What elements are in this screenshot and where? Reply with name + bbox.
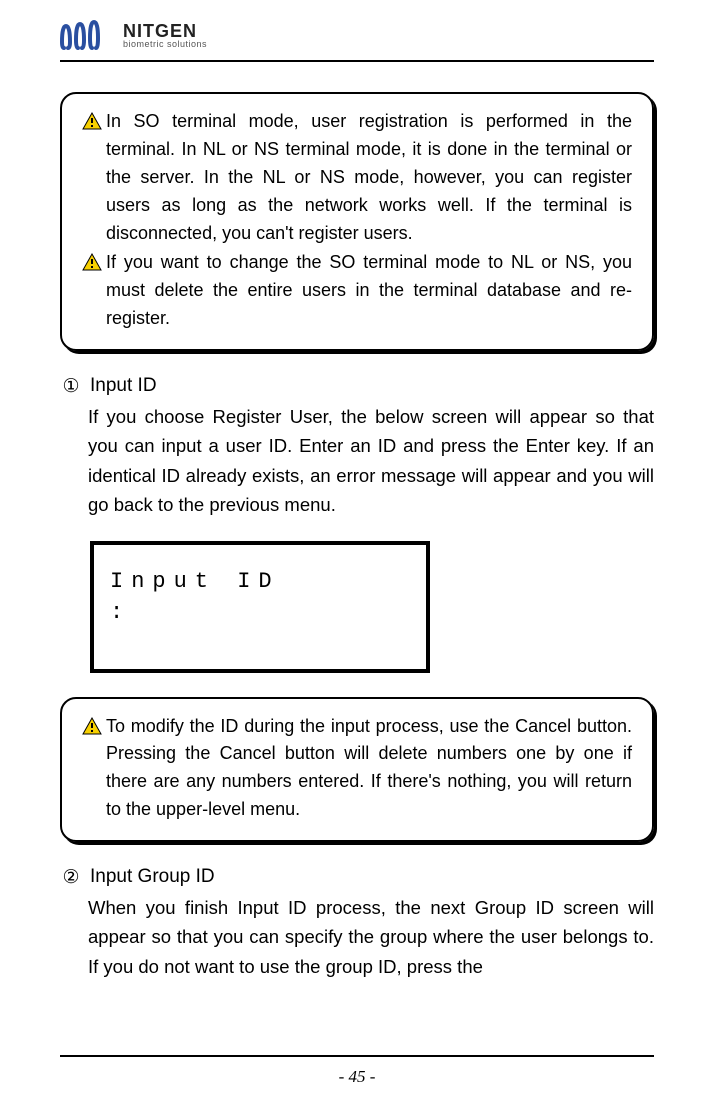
footer-rule	[60, 1055, 654, 1057]
section-heading: ① Input ID	[60, 375, 654, 398]
warning-icon	[82, 111, 102, 129]
callout-text: In SO terminal mode, user registration i…	[106, 108, 632, 247]
section-body: When you finish Input ID process, the ne…	[60, 893, 654, 981]
callout-item: If you want to change the SO terminal mo…	[82, 249, 632, 333]
lcd-line-2: :	[110, 598, 410, 629]
header: NITGEN biometric solutions	[60, 20, 654, 58]
section-title: Input ID	[90, 375, 157, 398]
section-number: ②	[60, 866, 82, 889]
callout-text: If you want to change the SO terminal mo…	[106, 249, 632, 333]
section-input-group-id: ② Input Group ID When you finish Input I…	[60, 866, 654, 981]
section-number: ①	[60, 375, 82, 398]
logo-icon	[60, 20, 115, 50]
logo-text: NITGEN biometric solutions	[123, 22, 207, 49]
callout-item: In SO terminal mode, user registration i…	[82, 108, 632, 247]
section-body: If you choose Register User, the below s…	[60, 402, 654, 519]
lcd-screen: Input ID :	[90, 541, 430, 673]
page-number: - 45 -	[0, 1067, 714, 1087]
logo-brand: NITGEN	[123, 22, 207, 40]
callout-text: To modify the ID during the input proces…	[106, 713, 632, 825]
page: NITGEN biometric solutions In SO termina…	[0, 0, 714, 1107]
header-rule	[60, 60, 654, 62]
callout-item: To modify the ID during the input proces…	[82, 713, 632, 825]
section-title: Input Group ID	[90, 866, 215, 889]
logo-tagline: biometric solutions	[123, 40, 207, 49]
warning-icon	[82, 252, 102, 270]
section-heading: ② Input Group ID	[60, 866, 654, 889]
callout-box-1: In SO terminal mode, user registration i…	[60, 92, 654, 351]
warning-icon	[82, 716, 102, 734]
section-input-id: ① Input ID If you choose Register User, …	[60, 375, 654, 519]
lcd-line-1: Input ID	[110, 567, 410, 598]
callout-box-2: To modify the ID during the input proces…	[60, 697, 654, 843]
